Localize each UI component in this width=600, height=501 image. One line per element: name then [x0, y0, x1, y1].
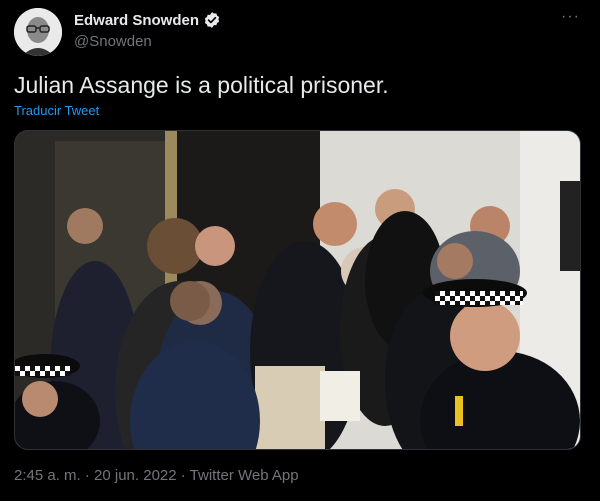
tweet-text: Julian Assange is a political prisoner.	[14, 72, 389, 98]
author-handle[interactable]: @Snowden	[74, 33, 152, 50]
photo-scene	[15, 131, 580, 449]
author-name-row[interactable]: Edward Snowden	[74, 11, 221, 29]
tweet-photo[interactable]	[14, 130, 581, 450]
author-name[interactable]: Edward Snowden	[74, 12, 199, 29]
avatar[interactable]	[14, 8, 62, 56]
verified-badge-icon	[204, 12, 220, 28]
translate-tweet-link[interactable]: Traducir Tweet	[14, 103, 99, 118]
tweet-timestamp[interactable]: 2:45 a. m. · 20 jun. 2022 · Twitter Web …	[14, 467, 299, 484]
more-options-icon[interactable]: ···	[561, 8, 580, 26]
avatar-image	[14, 8, 62, 56]
